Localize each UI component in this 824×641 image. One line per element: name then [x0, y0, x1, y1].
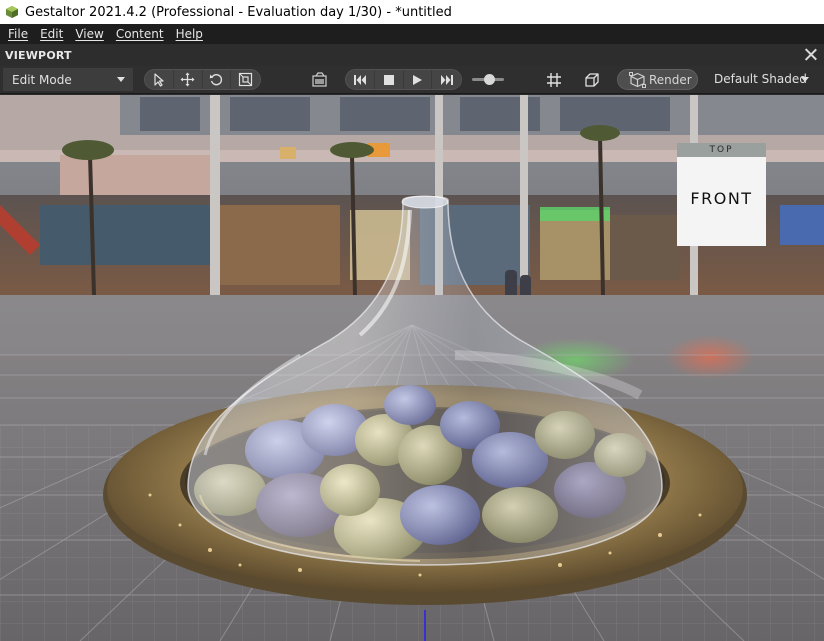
playback-speed-slider[interactable] [472, 72, 504, 86]
window-title: Gestaltor 2021.4.2 (Professional - Evalu… [25, 4, 452, 20]
mode-select[interactable]: Edit Mode [3, 68, 133, 91]
scale-icon[interactable] [231, 70, 260, 89]
menu-content[interactable]: Content [110, 27, 170, 41]
view-cube-front-face[interactable]: FRONT [677, 157, 766, 246]
grid-icon[interactable] [545, 71, 563, 89]
viewport-toolbar: Edit Mode Render Default Shaded [0, 66, 824, 94]
chevron-down-icon[interactable] [801, 77, 809, 82]
menu-edit[interactable]: Edit [34, 27, 69, 41]
render-cube-icon [629, 71, 646, 88]
view-cube-front-label: FRONT [690, 189, 753, 208]
skip-back-icon[interactable] [346, 70, 375, 89]
play-icon[interactable] [404, 70, 433, 89]
select-arrow-icon[interactable] [145, 70, 174, 89]
view-cube-top-label: TOP [709, 145, 734, 155]
mode-select-value: Edit Mode [12, 72, 72, 87]
viewport-title: VIEWPORT [5, 48, 72, 62]
render-button[interactable]: Render [617, 69, 698, 90]
camera-bookmark-icon[interactable] [311, 71, 329, 89]
render-button-label: Render [649, 72, 692, 87]
stop-icon[interactable] [375, 70, 404, 89]
slider-thumb[interactable] [484, 74, 495, 85]
transform-tools [144, 69, 261, 90]
close-icon[interactable] [804, 48, 818, 62]
shading-mode-select[interactable]: Default Shaded [714, 72, 807, 86]
skip-forward-icon[interactable] [432, 70, 461, 89]
menu-bar: File Edit View Content Help [0, 24, 824, 44]
gestaltor-logo-icon [5, 5, 19, 19]
title-bar: Gestaltor 2021.4.2 (Professional - Evalu… [0, 0, 824, 24]
playback-controls [345, 69, 462, 90]
view-cube-top-face[interactable]: TOP [677, 143, 766, 157]
viewport-canvas[interactable]: TOP FRONT [0, 95, 824, 641]
menu-view[interactable]: View [69, 27, 109, 41]
menu-file[interactable]: File [2, 27, 34, 41]
rotate-icon[interactable] [203, 70, 232, 89]
view-cube[interactable]: TOP FRONT [677, 143, 766, 246]
bounding-box-icon[interactable] [583, 71, 601, 89]
menu-help[interactable]: Help [170, 27, 209, 41]
viewport-header: VIEWPORT [0, 44, 824, 66]
chevron-down-icon [117, 77, 125, 82]
move-icon[interactable] [174, 70, 203, 89]
